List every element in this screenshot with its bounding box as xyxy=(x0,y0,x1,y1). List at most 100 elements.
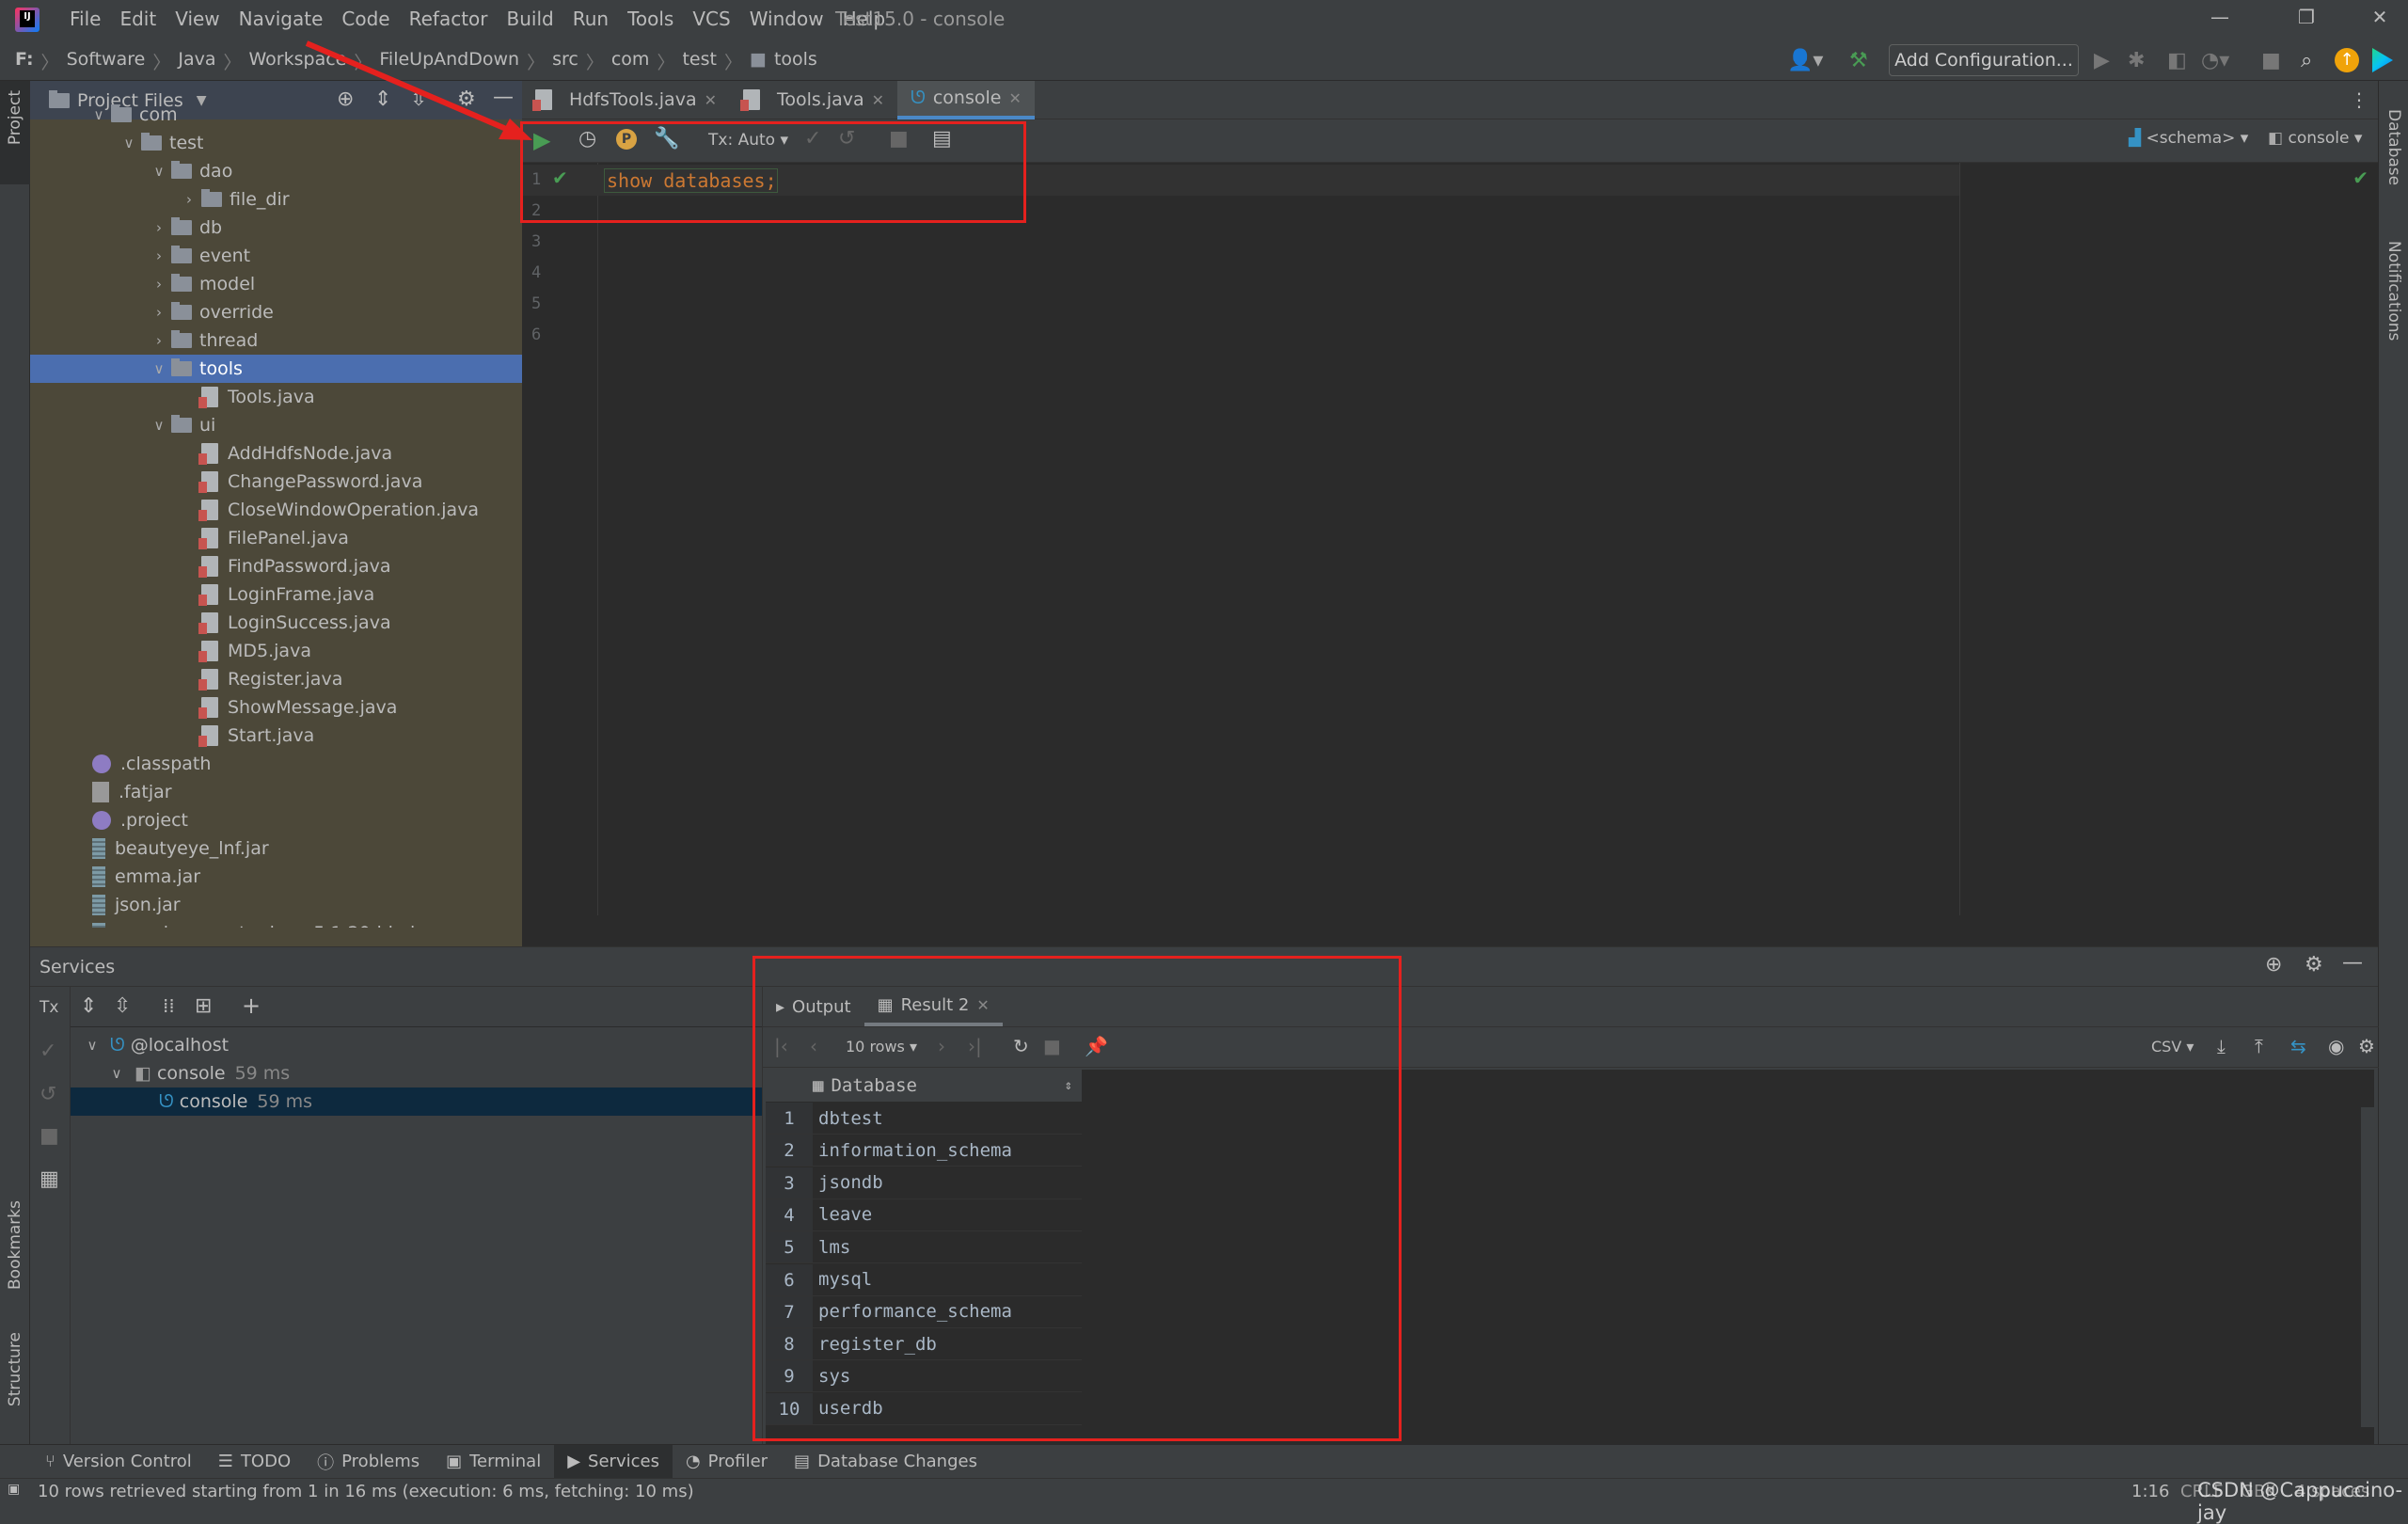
export-format-dropdown[interactable]: CSV ▾ xyxy=(2151,1038,2194,1056)
menu-navigate[interactable]: Navigate xyxy=(230,8,333,30)
page-size-dropdown[interactable]: 10 rows ▾ xyxy=(846,1038,917,1056)
tool-database-changes[interactable]: ▤ Database Changes xyxy=(781,1445,990,1479)
tree-item[interactable]: ChangePassword.java xyxy=(30,468,522,496)
next-page-icon[interactable]: › xyxy=(938,1035,945,1057)
breadcrumb-drive[interactable]: F: xyxy=(15,49,34,74)
stop-icon[interactable]: ■ xyxy=(40,1124,59,1148)
new-tab-icon[interactable]: ⊞ xyxy=(195,994,212,1018)
table-cell[interactable]: jsondb xyxy=(813,1172,883,1193)
table-row[interactable]: 8 register_db xyxy=(766,1328,1082,1361)
tree-item[interactable]: mysql-connector-java-5.1.20-bin.jar xyxy=(30,919,522,928)
gear-icon[interactable]: ⚙ xyxy=(2305,953,2323,976)
last-page-icon[interactable]: ›| xyxy=(968,1035,982,1057)
history-icon[interactable]: ◷ xyxy=(578,127,596,151)
sort-icon[interactable]: ⇕ xyxy=(1065,1078,1072,1093)
vertical-scrollbar[interactable] xyxy=(2361,1107,2374,1427)
chevron-right-icon[interactable]: › xyxy=(147,219,171,236)
tree-item[interactable]: .project xyxy=(30,806,522,834)
tree-item[interactable]: ∨ dao xyxy=(30,157,522,185)
chevron-down-icon[interactable]: ∨ xyxy=(104,1065,129,1082)
tree-item[interactable]: › override xyxy=(30,298,522,326)
tree-item[interactable]: FindPassword.java xyxy=(30,552,522,580)
table-row[interactable]: 9 sys xyxy=(766,1360,1082,1393)
close-icon[interactable]: ✕ xyxy=(976,996,989,1014)
table-cell[interactable]: mysql xyxy=(813,1269,872,1290)
more-options-icon[interactable]: ⋮ xyxy=(2350,88,2368,111)
breadcrumb-item[interactable]: Java xyxy=(178,49,215,74)
build-hammer-icon[interactable]: ⚒ xyxy=(1849,49,1868,72)
tree-item[interactable]: LoginSuccess.java xyxy=(30,609,522,637)
minimize-button[interactable]: — xyxy=(2201,6,2239,32)
user-icon[interactable]: 👤▾ xyxy=(1787,49,1823,72)
breadcrumb-item[interactable]: src xyxy=(552,49,578,74)
code-editor[interactable]: 1 ✔ 2 3 4 5 6 show databases; ✔ xyxy=(522,163,2378,946)
tree-item[interactable]: MD5.java xyxy=(30,637,522,665)
database-tool-button[interactable]: Database xyxy=(2384,109,2403,185)
tree-item[interactable]: Tools.java xyxy=(30,383,522,411)
add-service-icon[interactable]: + xyxy=(242,992,261,1019)
table-cell[interactable]: lms xyxy=(813,1237,850,1258)
debug-icon[interactable]: ✱ xyxy=(2128,49,2145,72)
menu-refactor[interactable]: Refactor xyxy=(400,8,498,30)
commit-icon[interactable]: ✓ xyxy=(40,1040,56,1063)
rollback-icon[interactable]: ↺ xyxy=(40,1083,56,1106)
tree-item[interactable]: › file_dir xyxy=(30,185,522,214)
table-cell[interactable]: userdb xyxy=(813,1398,883,1419)
previous-page-icon[interactable]: ‹ xyxy=(810,1035,817,1057)
tree-item[interactable]: ∨ com xyxy=(30,101,522,129)
output-table-icon[interactable]: ▤ xyxy=(932,127,952,151)
table-cell[interactable]: performance_schema xyxy=(813,1301,1012,1322)
chevron-right-icon[interactable]: › xyxy=(147,247,171,264)
chevron-right-icon[interactable]: › xyxy=(147,276,171,293)
tool-terminal[interactable]: ▣ Terminal xyxy=(433,1445,554,1479)
profile-icon[interactable]: ◔▾ xyxy=(2201,49,2229,72)
hide-icon[interactable]: — xyxy=(2342,951,2363,975)
settings-wrench-icon[interactable]: 🔧 xyxy=(654,127,679,151)
table-cell[interactable]: information_schema xyxy=(813,1140,1012,1161)
stop-icon[interactable]: ■ xyxy=(2261,49,2281,72)
tree-item[interactable]: beautyeye_lnf.jar xyxy=(30,834,522,863)
rollback-icon[interactable]: ↺ xyxy=(838,127,855,151)
breadcrumb-item[interactable]: Software xyxy=(67,49,146,74)
table-cell[interactable]: register_db xyxy=(813,1334,937,1355)
table-cell[interactable]: leave xyxy=(813,1204,872,1225)
first-page-icon[interactable]: |‹ xyxy=(774,1035,788,1057)
stop-icon[interactable]: ■ xyxy=(889,127,909,151)
tree-item[interactable]: json.jar xyxy=(30,891,522,919)
menu-tools[interactable]: Tools xyxy=(618,8,683,30)
chevron-down-icon[interactable]: ∨ xyxy=(87,106,111,123)
tab-output[interactable]: ▸ Output xyxy=(763,987,864,1026)
tree-item[interactable]: ∨ test xyxy=(30,129,522,157)
tool-version-control[interactable]: ⑂ Version Control xyxy=(32,1445,205,1479)
layout-icon[interactable]: ▣ xyxy=(8,1482,20,1497)
menu-window[interactable]: Window xyxy=(740,8,833,30)
tab-result-2[interactable]: ▦ Result 2 ✕ xyxy=(863,987,1003,1026)
tool-services[interactable]: ▶ Services xyxy=(554,1444,673,1479)
tree-item[interactable]: FilePanel.java xyxy=(30,524,522,552)
tab-console[interactable]: ᘎ console ✕ xyxy=(897,80,1035,119)
import-icon[interactable]: ⤒ xyxy=(2255,1035,2263,1057)
search-icon[interactable]: ⌕ xyxy=(2301,49,2312,72)
layout-icon[interactable]: ▦ xyxy=(40,1167,59,1191)
project-tool-button[interactable]: Project xyxy=(0,81,30,184)
menu-view[interactable]: View xyxy=(166,8,229,30)
breadcrumb-item[interactable]: test xyxy=(682,49,717,74)
notifications-tool-button[interactable]: Notifications xyxy=(2384,241,2403,341)
chevron-right-icon[interactable]: › xyxy=(147,304,171,321)
chevron-down-icon[interactable]: ∨ xyxy=(147,163,171,180)
locate-icon[interactable]: ⊕ xyxy=(2265,953,2282,976)
column-header-database[interactable]: ▦ Database ⇕ xyxy=(766,1070,1082,1102)
tool-todo[interactable]: ☰ TODO xyxy=(205,1445,304,1479)
tree-item[interactable]: AddHdfsNode.java xyxy=(30,439,522,468)
tree-item[interactable]: › db xyxy=(30,214,522,242)
menu-run[interactable]: Run xyxy=(563,8,618,30)
tree-item[interactable]: ShowMessage.java xyxy=(30,693,522,722)
table-row[interactable]: 2 information_schema xyxy=(766,1135,1082,1167)
tx-dropdown[interactable]: Tx xyxy=(40,998,58,1017)
chevron-down-icon[interactable]: ∨ xyxy=(147,417,171,434)
group-by-icon[interactable]: ⁞⁞ xyxy=(163,994,175,1017)
session-selector[interactable]: ◧ console ▾ xyxy=(2268,129,2362,148)
bookmarks-tool-button[interactable]: Bookmarks xyxy=(6,1200,24,1290)
tree-item[interactable]: Register.java xyxy=(30,665,522,693)
service-node-localhost[interactable]: ∨ ᘎ @localhost xyxy=(71,1031,792,1059)
